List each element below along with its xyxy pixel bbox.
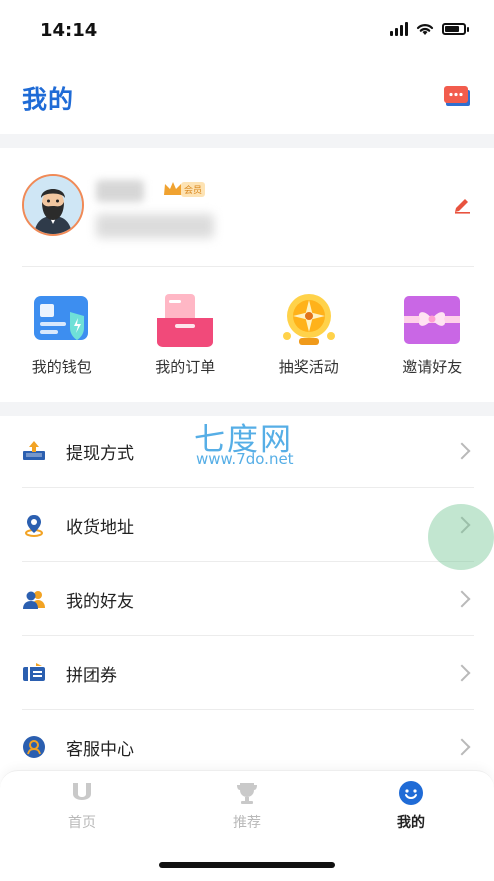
quick-action-label: 我的订单 bbox=[155, 356, 215, 377]
menu-item-label: 收货地址 bbox=[66, 513, 456, 538]
cellular-signal-icon bbox=[390, 22, 408, 36]
wifi-icon bbox=[416, 22, 434, 36]
menu-item-address[interactable]: 收货地址 bbox=[22, 488, 474, 562]
edit-pencil-icon[interactable] bbox=[452, 194, 472, 214]
menu-item-coupon[interactable]: 拼团券 bbox=[22, 636, 474, 710]
message-chat-icon[interactable] bbox=[442, 84, 472, 110]
menu-item-label: 客服中心 bbox=[66, 735, 456, 760]
quick-action-label: 我的钱包 bbox=[32, 356, 92, 377]
section-gap bbox=[0, 134, 494, 148]
withdraw-icon bbox=[22, 439, 46, 463]
vip-badge: 会员 bbox=[162, 180, 205, 198]
quick-action-label: 邀请好友 bbox=[402, 356, 462, 377]
user-name-blurred bbox=[96, 180, 144, 202]
home-indicator[interactable] bbox=[159, 862, 335, 868]
chevron-right-icon bbox=[454, 739, 471, 756]
menu-item-label: 我的好友 bbox=[66, 587, 456, 612]
avatar[interactable] bbox=[22, 174, 84, 236]
order-icon bbox=[155, 292, 215, 348]
chevron-right-icon bbox=[454, 443, 471, 460]
tab-label: 首页 bbox=[68, 812, 96, 832]
tab-recommend[interactable]: 推荐 bbox=[199, 780, 295, 832]
chevron-right-icon bbox=[454, 591, 471, 608]
status-time: 14:14 bbox=[40, 20, 97, 41]
menu-item-friends[interactable]: 我的好友 bbox=[22, 562, 474, 636]
quick-action-orders[interactable]: 我的订单 bbox=[124, 292, 248, 377]
tab-label: 推荐 bbox=[233, 812, 261, 832]
quick-action-lottery[interactable]: 抽奖活动 bbox=[247, 292, 371, 377]
home-icon bbox=[69, 780, 95, 806]
chevron-right-icon bbox=[454, 665, 471, 682]
battery-icon bbox=[442, 23, 466, 35]
quick-action-label: 抽奖活动 bbox=[279, 356, 339, 377]
status-icons bbox=[390, 22, 466, 36]
lottery-wheel-icon bbox=[279, 292, 339, 348]
quick-action-invite[interactable]: 邀请好友 bbox=[371, 292, 494, 377]
page-title: 我的 bbox=[22, 80, 74, 116]
wallet-icon bbox=[32, 292, 92, 348]
coupon-icon bbox=[22, 661, 46, 685]
location-pin-icon bbox=[22, 513, 46, 537]
divider bbox=[22, 266, 474, 267]
friends-icon bbox=[22, 587, 46, 611]
customer-service-icon bbox=[22, 735, 46, 759]
quick-actions: 我的钱包 我的订单 抽奖活动 邀请好友 bbox=[0, 292, 494, 377]
watermark-url: www.7do.net bbox=[196, 450, 294, 468]
tab-label: 我的 bbox=[397, 812, 425, 832]
tab-home[interactable]: 首页 bbox=[34, 780, 130, 832]
menu-item-label: 拼团券 bbox=[66, 661, 456, 686]
quick-action-wallet[interactable]: 我的钱包 bbox=[0, 292, 124, 377]
tab-mine[interactable]: 我的 bbox=[363, 780, 459, 832]
gift-icon bbox=[402, 292, 462, 348]
touch-indicator bbox=[428, 504, 494, 570]
trophy-icon bbox=[234, 780, 260, 806]
smiley-icon bbox=[398, 780, 424, 806]
avatar-bearded-man-icon bbox=[24, 176, 82, 234]
vip-badge-label: 会员 bbox=[181, 182, 205, 197]
user-id-blurred bbox=[96, 214, 214, 238]
